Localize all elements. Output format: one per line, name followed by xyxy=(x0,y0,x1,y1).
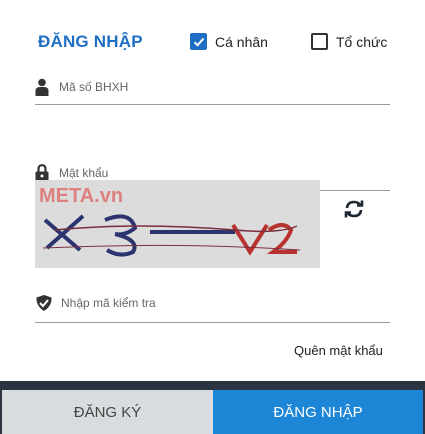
refresh-icon[interactable] xyxy=(343,198,365,220)
captcha-image: META.vn xyxy=(35,180,320,268)
social-insurance-id-field xyxy=(35,78,390,105)
captcha-watermark: META.vn xyxy=(39,185,123,207)
captcha-field xyxy=(35,294,390,323)
forgot-password-link[interactable]: Quên mật khẩu xyxy=(294,343,383,358)
organization-checkbox[interactable] xyxy=(311,33,328,50)
shield-icon xyxy=(36,295,52,311)
password-input[interactable] xyxy=(59,166,359,180)
register-button[interactable]: ĐĂNG KÝ xyxy=(2,390,213,434)
login-title: ĐĂNG NHẬP xyxy=(38,32,143,51)
social-insurance-id-input[interactable] xyxy=(59,80,359,94)
user-icon xyxy=(35,78,49,96)
captcha-input[interactable] xyxy=(61,296,361,310)
personal-checkbox[interactable] xyxy=(190,33,207,50)
account-type-organization[interactable]: Tổ chức xyxy=(311,33,387,50)
login-button[interactable]: ĐĂNG NHẬP xyxy=(213,390,423,434)
organization-label: Tổ chức xyxy=(336,33,388,50)
personal-label: Cá nhân xyxy=(215,33,268,50)
account-type-personal[interactable]: Cá nhân xyxy=(190,33,268,50)
